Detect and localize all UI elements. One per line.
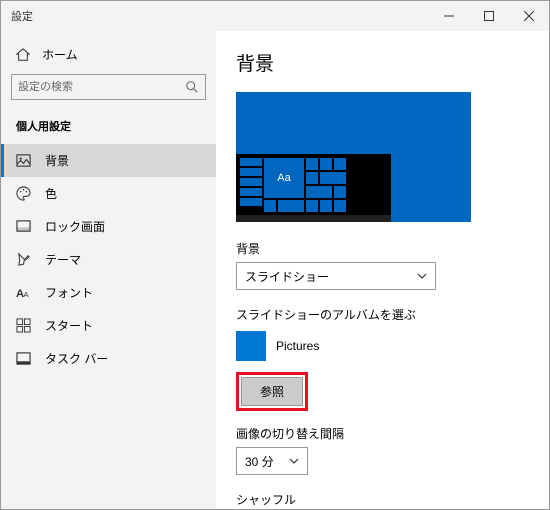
- background-type-label: 背景: [236, 240, 534, 257]
- browse-button[interactable]: 参照: [241, 377, 303, 406]
- sidebar-item-taskbar[interactable]: タスク バー: [1, 342, 216, 375]
- maximize-button[interactable]: [469, 1, 509, 31]
- sidebar-item-background[interactable]: 背景: [1, 144, 216, 177]
- home-label: ホーム: [42, 46, 78, 63]
- search-input[interactable]: [18, 81, 185, 93]
- home-link[interactable]: ホーム: [1, 41, 216, 68]
- start-icon: [16, 318, 31, 333]
- picture-icon: [16, 153, 31, 168]
- album-label: スライドショーのアルバムを選ぶ: [236, 306, 534, 323]
- background-type-dropdown[interactable]: スライドショー: [236, 262, 436, 290]
- start-menu-preview: Aa: [236, 154, 391, 222]
- shuffle-label: シャッフル: [236, 491, 534, 508]
- sidebar-item-lockscreen[interactable]: ロック画面: [1, 210, 216, 243]
- sidebar-item-label: 背景: [45, 152, 69, 169]
- sidebar-item-start[interactable]: スタート: [1, 309, 216, 342]
- taskbar-icon: [16, 351, 31, 366]
- interval-label: 画像の切り替え間隔: [236, 425, 534, 442]
- dropdown-value: スライドショー: [245, 268, 329, 285]
- lock-screen-icon: [16, 219, 31, 234]
- home-icon: [16, 48, 30, 62]
- sidebar-item-fonts[interactable]: AA フォント: [1, 276, 216, 309]
- window-controls: [429, 1, 549, 31]
- interval-dropdown[interactable]: 30 分: [236, 447, 308, 475]
- svg-text:A: A: [24, 290, 29, 299]
- theme-icon: [16, 252, 31, 267]
- font-icon: AA: [16, 285, 31, 300]
- sidebar-item-themes[interactable]: テーマ: [1, 243, 216, 276]
- desktop-preview: Aa: [236, 92, 471, 222]
- sidebar-item-label: タスク バー: [45, 350, 108, 367]
- close-button[interactable]: [509, 1, 549, 31]
- folder-thumbnail: [236, 331, 266, 361]
- titlebar: 設定: [1, 1, 549, 31]
- chevron-down-icon: [417, 271, 427, 281]
- palette-icon: [16, 186, 31, 201]
- sidebar-item-label: テーマ: [45, 251, 81, 268]
- category-title: 個人用設定: [1, 112, 216, 144]
- search-box[interactable]: [11, 74, 206, 100]
- window-title: 設定: [11, 8, 33, 24]
- sidebar: ホーム 個人用設定 背景 色 ロック画面 テーマ AA フォント ス: [1, 31, 216, 509]
- sidebar-item-label: ロック画面: [45, 218, 105, 235]
- folder-name: Pictures: [276, 339, 319, 353]
- sidebar-item-label: スタート: [45, 317, 93, 334]
- sidebar-item-colors[interactable]: 色: [1, 177, 216, 210]
- annotation-highlight: 参照: [236, 372, 308, 411]
- main-panel: 背景 Aa: [216, 31, 549, 509]
- chevron-down-icon: [289, 456, 299, 466]
- page-title: 背景: [236, 49, 534, 76]
- album-folder-row[interactable]: Pictures: [236, 328, 534, 364]
- dropdown-value: 30 分: [245, 453, 274, 470]
- sidebar-item-label: フォント: [45, 284, 93, 301]
- sidebar-item-label: 色: [45, 185, 57, 202]
- sample-text-tile: Aa: [264, 158, 304, 198]
- minimize-button[interactable]: [429, 1, 469, 31]
- search-icon: [185, 80, 199, 94]
